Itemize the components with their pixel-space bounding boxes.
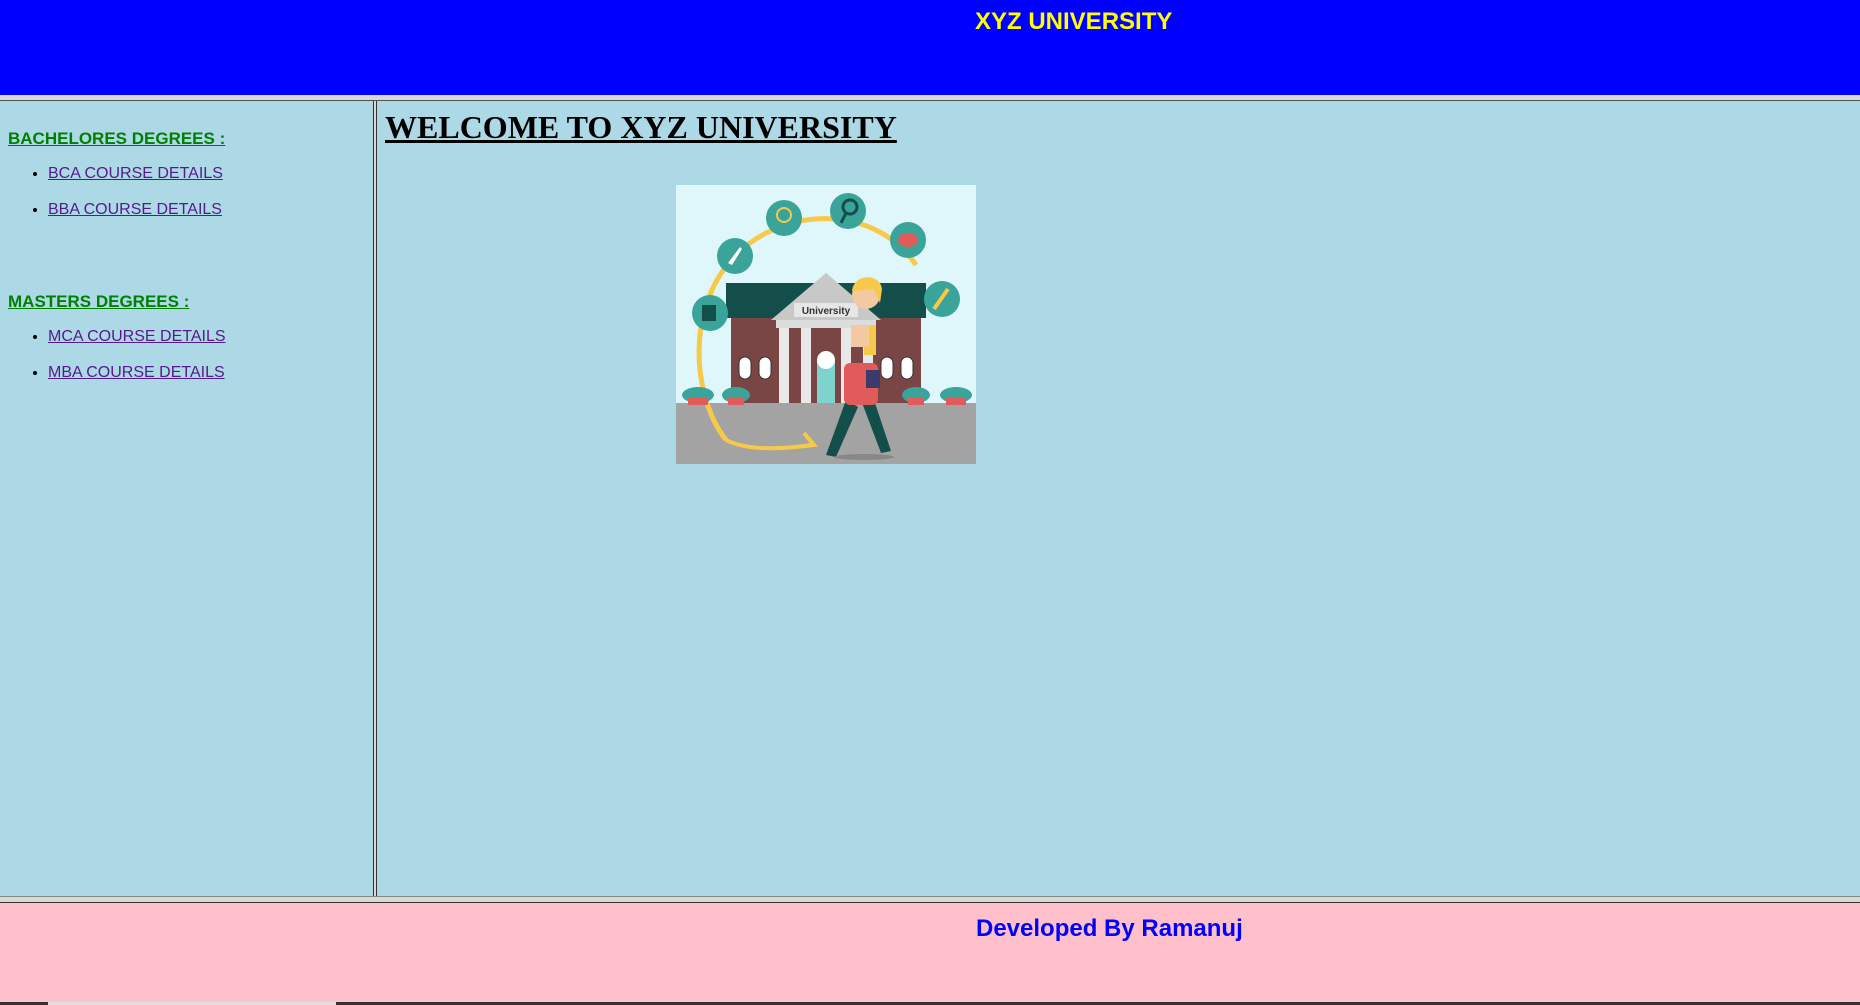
bachelors-heading: BACHELORES DEGREES : xyxy=(8,129,226,148)
page-title: WELCOME TO XYZ UNIVERSITY xyxy=(385,109,897,145)
main-frame: WELCOME TO XYZ UNIVERSITY University xyxy=(377,101,1860,896)
masters-list: MCA COURSE DETAILS MBA COURSE DETAILS xyxy=(0,327,226,399)
mba-course-link[interactable]: MBA COURSE DETAILS xyxy=(48,364,225,381)
university-illustration: University xyxy=(676,185,976,464)
site-title: XYZ UNIVERSITY xyxy=(975,8,1173,35)
list-item: MBA COURSE DETAILS xyxy=(48,363,226,399)
developer-credit: Developed By Ramanuj xyxy=(976,915,1243,942)
nav-frame: BACHELORES DEGREES : BCA COURSE DETAILS … xyxy=(0,101,373,896)
mca-course-link[interactable]: MCA COURSE DETAILS xyxy=(48,328,226,345)
footer-frame: Developed By Ramanuj xyxy=(0,903,1860,1005)
bba-course-link[interactable]: BBA COURSE DETAILS xyxy=(48,201,222,218)
hero-sign-text: University xyxy=(802,306,851,317)
list-item: BBA COURSE DETAILS xyxy=(48,200,223,236)
masters-heading: MASTERS DEGREES : xyxy=(8,292,190,311)
bachelors-list: BCA COURSE DETAILS BBA COURSE DETAILS xyxy=(0,164,223,236)
list-item: BCA COURSE DETAILS xyxy=(48,164,223,200)
header-frame: XYZ UNIVERSITY xyxy=(0,0,1860,95)
bca-course-link[interactable]: BCA COURSE DETAILS xyxy=(48,165,223,182)
list-item: MCA COURSE DETAILS xyxy=(48,327,226,363)
